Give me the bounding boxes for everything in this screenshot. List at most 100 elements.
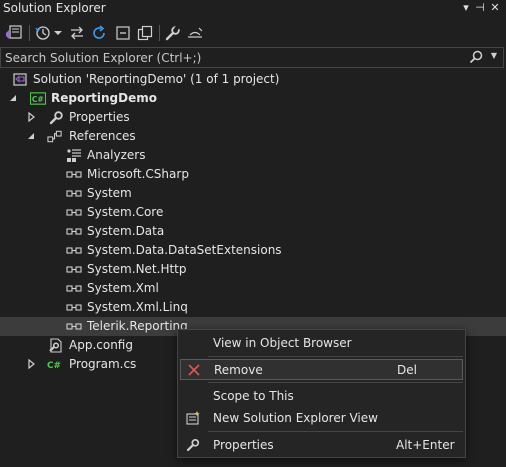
expanded-arrow-icon[interactable]: [8, 93, 18, 103]
menu-item-shortcut: Alt+Enter: [396, 438, 455, 452]
menu-item-label: Scope to This: [213, 389, 294, 403]
expanded-arrow-icon[interactable]: [26, 131, 36, 141]
auto-hide-pin-icon[interactable]: ⊣: [473, 1, 487, 15]
tree-item-references[interactable]: References: [0, 127, 506, 146]
analyzers-label: Analyzers: [87, 148, 146, 162]
reference-label: System.Xml: [87, 281, 159, 295]
search-box: ▼: [0, 47, 504, 68]
menu-item-label: Remove: [214, 363, 263, 377]
new-view-icon: [186, 411, 200, 425]
filter-dropdown-button[interactable]: [53, 23, 63, 43]
collapse-all-button[interactable]: [114, 23, 132, 43]
preview-selected-icon: [188, 27, 203, 38]
menu-separator: [208, 382, 463, 383]
svg-text:C#: C#: [32, 95, 44, 104]
tree-item-properties[interactable]: Properties: [0, 108, 506, 127]
collapsed-arrow-icon[interactable]: [26, 112, 36, 122]
program-cs-label: Program.cs: [69, 357, 137, 371]
search-input[interactable]: [5, 49, 465, 66]
switch-views-button[interactable]: [3, 23, 25, 43]
assembly-reference-icon: [66, 228, 82, 235]
assembly-reference-icon: [66, 209, 82, 216]
tree-item-solution[interactable]: Solution 'ReportingDemo' (1 of 1 project…: [0, 70, 506, 89]
dropdown-arrow-icon: [54, 31, 62, 35]
tree-item-project[interactable]: C# ReportingDemo: [0, 89, 506, 108]
window-title: Solution Explorer: [3, 1, 106, 15]
reference-label: Microsoft.CSharp: [87, 167, 189, 181]
tree-item-reference[interactable]: System.Xml.Linq: [0, 298, 506, 317]
assembly-reference-icon: [66, 323, 82, 330]
search-options-dropdown-icon[interactable]: ▼: [491, 51, 497, 60]
reference-label: System.Core: [87, 205, 164, 219]
properties-label: Properties: [69, 110, 130, 124]
reference-label: System.Xml.Linq: [87, 300, 188, 314]
solution-label: Solution 'ReportingDemo' (1 of 1 project…: [33, 72, 280, 86]
project-label: ReportingDemo: [51, 91, 157, 105]
reference-label: System.Data.DataSetExtensions: [87, 243, 282, 257]
tree-item-reference[interactable]: System.Core: [0, 203, 506, 222]
sync-with-active-document-button[interactable]: [68, 23, 86, 43]
refresh-icon: [93, 25, 105, 39]
collapsed-arrow-icon[interactable]: [26, 359, 36, 369]
title-bar: Solution Explorer ▾ ⊣ ✕: [0, 0, 506, 18]
menu-item-scope-to-this[interactable]: Scope to This: [180, 386, 463, 407]
show-all-files-button[interactable]: [136, 23, 154, 43]
assembly-reference-icon: [66, 304, 82, 311]
properties-button[interactable]: [164, 23, 182, 43]
menu-item-shortcut: Del: [397, 363, 417, 377]
wrench-icon: [186, 438, 200, 452]
refresh-button[interactable]: [90, 23, 108, 43]
collapse-all-icon: [116, 26, 130, 40]
assembly-reference-icon: [66, 285, 82, 292]
config-file-icon: [49, 338, 62, 353]
preview-selected-items-button[interactable]: [186, 23, 204, 43]
menu-item-properties[interactable]: Properties Alt+Enter: [180, 435, 463, 456]
app-config-label: App.config: [69, 338, 133, 352]
close-icon[interactable]: ✕: [488, 1, 502, 15]
show-all-files-icon: [137, 25, 153, 41]
references-icon: [47, 130, 62, 143]
reference-label: System: [87, 186, 132, 200]
reference-label: System.Net.Http: [87, 262, 187, 276]
tree-item-reference[interactable]: System.Data: [0, 222, 506, 241]
menu-item-new-solution-explorer-view[interactable]: New Solution Explorer View: [180, 408, 463, 429]
svg-text:C#: C#: [47, 361, 61, 371]
csharp-file-icon: C#: [47, 361, 61, 371]
remove-x-icon: [188, 364, 200, 376]
sync-icon: [71, 26, 83, 40]
wrench-icon: [165, 25, 180, 41]
toolbar-separator: [29, 25, 30, 41]
reference-label: Telerik.Reporting: [87, 319, 188, 333]
menu-item-label: View in Object Browser: [213, 336, 352, 350]
vs-switch-views-icon: [6, 25, 22, 39]
wrench-icon: [49, 111, 63, 125]
assembly-reference-icon: [66, 266, 82, 273]
history-icon: [35, 26, 50, 40]
menu-item-label: New Solution Explorer View: [213, 411, 378, 425]
tree-item-reference[interactable]: System.Xml: [0, 279, 506, 298]
menu-item-view-in-object-browser[interactable]: View in Object Browser: [180, 333, 463, 354]
menu-separator: [208, 356, 463, 357]
reference-label: System.Data: [87, 224, 165, 238]
toolbar: [0, 20, 506, 46]
tree-item-reference[interactable]: System: [0, 184, 506, 203]
tree-item-reference[interactable]: System.Net.Http: [0, 260, 506, 279]
analyzers-icon: [67, 149, 81, 162]
assembly-reference-icon: [66, 190, 82, 197]
csharp-project-icon: C#: [30, 92, 46, 105]
menu-item-label: Properties: [213, 438, 274, 452]
references-label: References: [69, 129, 136, 143]
tree-item-reference[interactable]: Microsoft.CSharp: [0, 165, 506, 184]
assembly-reference-icon: [66, 171, 82, 178]
window-options-dropdown-icon[interactable]: ▾: [459, 1, 473, 15]
search-icon[interactable]: [469, 50, 483, 67]
menu-item-remove[interactable]: Remove Del: [180, 359, 463, 380]
pending-changes-filter-button[interactable]: [34, 23, 52, 43]
assembly-reference-icon: [66, 247, 82, 254]
solution-icon: [13, 73, 27, 86]
tree-item-reference[interactable]: System.Data.DataSetExtensions: [0, 241, 506, 260]
tree-item-analyzers[interactable]: Analyzers: [0, 146, 506, 165]
menu-separator: [208, 431, 463, 432]
toolbar-separator: [159, 25, 160, 41]
context-menu: View in Object Browser Remove Del Scope …: [177, 329, 466, 458]
